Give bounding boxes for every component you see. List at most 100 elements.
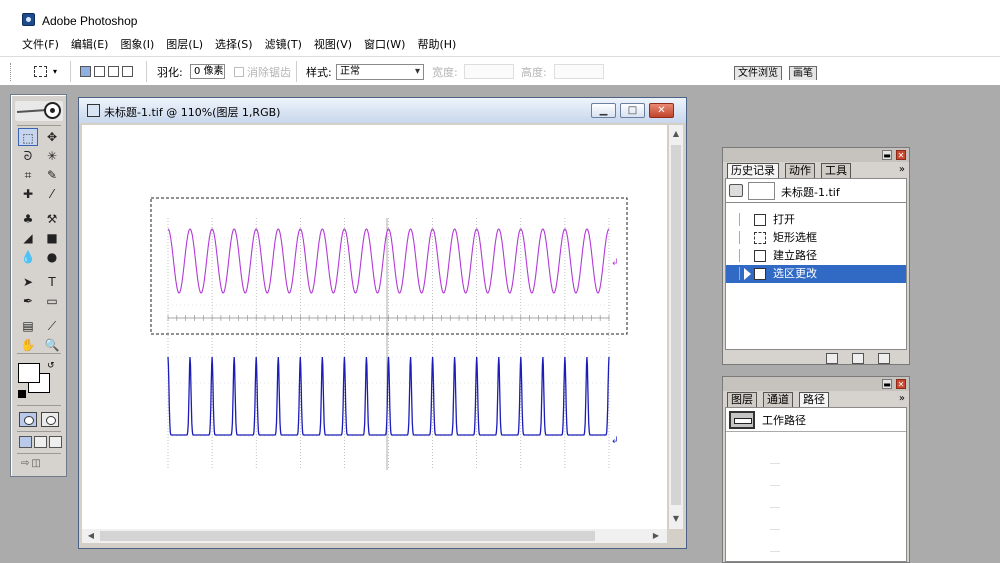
style-label: 样式:	[306, 65, 332, 79]
panel-title-bar[interactable]: ▬ ✕	[723, 148, 909, 162]
horizontal-scroll-thumb[interactable]	[100, 531, 595, 541]
document-window: 未标题-1.tif @ 110%(图层 1,RGB) ▁ □ ✕ ↲ ↲ ▲ ▼ …	[78, 97, 687, 549]
width-input[interactable]	[464, 64, 514, 79]
vertical-scrollbar[interactable]: ▲ ▼	[669, 125, 683, 529]
history-step[interactable]: 矩形选框	[726, 229, 906, 247]
history-brush-source-icon[interactable]	[729, 184, 743, 197]
standard-screen-icon[interactable]	[19, 436, 32, 448]
history-brush-tool-icon[interactable]: ⚒	[42, 210, 62, 228]
pen-tool-icon[interactable]: ✒	[18, 292, 38, 310]
maximize-button[interactable]: □	[620, 103, 645, 118]
menu-layer[interactable]: 图层(L)	[166, 36, 203, 56]
close-icon[interactable]: ✕	[896, 150, 906, 160]
close-button[interactable]: ✕	[649, 103, 674, 118]
horizontal-scrollbar[interactable]: ◀ ▶	[82, 529, 667, 543]
style-select[interactable]: 正常	[336, 63, 424, 80]
brush-tool-icon[interactable]: ⁄	[42, 185, 62, 203]
add-selection-icon[interactable]	[94, 66, 105, 77]
history-step[interactable]: 打开	[726, 211, 906, 229]
eraser-tool-icon[interactable]: ◢	[18, 229, 38, 247]
close-icon[interactable]: ✕	[896, 379, 906, 389]
menu-window[interactable]: 窗口(W)	[364, 36, 405, 56]
tool-preset-picker[interactable]: ▾	[34, 57, 57, 86]
magic-wand-tool-icon[interactable]: ✳	[42, 147, 62, 165]
new-selection-icon[interactable]	[80, 66, 91, 77]
path-selection-tool-icon[interactable]: ➤	[18, 273, 38, 291]
new-document-from-state-icon[interactable]	[826, 353, 838, 364]
menu-select[interactable]: 选择(S)	[215, 36, 253, 56]
dodge-tool-icon[interactable]: ●	[42, 248, 62, 266]
history-snapshot[interactable]: 未标题-1.tif	[726, 179, 906, 203]
swap-colors-icon[interactable]: ↺	[47, 361, 55, 371]
app-title: Adobe Photoshop	[42, 14, 138, 28]
menu-edit[interactable]: 编辑(E)	[71, 36, 109, 56]
history-step-selected[interactable]: 选区更改	[726, 265, 906, 283]
height-input[interactable]	[554, 64, 604, 79]
slice-tool-icon[interactable]: ✎	[42, 166, 62, 184]
vertical-scroll-thumb[interactable]	[671, 145, 681, 505]
history-state-slider-icon[interactable]	[744, 268, 751, 280]
scroll-left-icon[interactable]: ◀	[85, 530, 97, 542]
document-title-bar[interactable]: 未标题-1.tif @ 110%(图层 1,RGB) ▁ □ ✕	[79, 98, 686, 123]
document-canvas[interactable]: ↲ ↲	[82, 125, 667, 529]
standard-mode-icon[interactable]	[19, 412, 37, 427]
panel-title-bar[interactable]: ▬ ✕	[723, 377, 909, 391]
menu-filter[interactable]: 滤镜(T)	[265, 36, 302, 56]
toolbox-header[interactable]	[15, 101, 63, 121]
notes-tool-icon[interactable]: ▤	[18, 317, 38, 335]
tab-channels[interactable]: 通道	[763, 392, 793, 407]
collapse-icon[interactable]: ▬	[882, 379, 892, 389]
quick-mask-mode-icon[interactable]	[41, 412, 59, 427]
tab-layers[interactable]: 图层	[727, 392, 757, 407]
blur-tool-icon[interactable]: 💧	[18, 248, 38, 266]
trash-icon[interactable]	[878, 353, 890, 364]
history-step[interactable]: 建立路径	[726, 247, 906, 265]
antialias-checkbox[interactable]	[234, 66, 244, 77]
scroll-down-icon[interactable]: ▼	[670, 513, 682, 525]
tab-brushes[interactable]: 画笔	[789, 66, 817, 80]
camera-snapshot-icon[interactable]	[852, 353, 864, 364]
healing-brush-tool-icon[interactable]: ✚	[18, 185, 38, 203]
work-path-row[interactable]: 工作路径	[726, 408, 906, 432]
marquee-tool-icon[interactable]: ⬚	[18, 128, 38, 146]
oscilloscope-image: ↲↲	[150, 197, 628, 470]
feather-input[interactable]: 0 像素	[190, 64, 225, 79]
zoom-tool-icon[interactable]: 🔍	[42, 336, 62, 354]
minimize-button[interactable]: ▁	[591, 103, 616, 118]
tab-tool-presets[interactable]: 工具	[821, 163, 851, 178]
subtract-selection-icon[interactable]	[108, 66, 119, 77]
type-tool-icon[interactable]: T	[42, 273, 62, 291]
shape-tool-icon[interactable]: ▭	[42, 292, 62, 310]
tab-history[interactable]: 历史记录	[727, 163, 779, 178]
clone-stamp-tool-icon[interactable]: ♣	[18, 210, 38, 228]
full-screen-icon[interactable]	[49, 436, 62, 448]
lasso-tool-icon[interactable]: ᘐ	[18, 147, 38, 165]
jump-to-imageready-icon[interactable]: ⇨◫	[21, 458, 57, 472]
full-screen-menu-icon[interactable]	[34, 436, 47, 448]
menu-help[interactable]: 帮助(H)	[417, 36, 456, 56]
menu-view[interactable]: 视图(V)	[314, 36, 352, 56]
intersect-selection-icon[interactable]	[122, 66, 133, 77]
channel-marker: ↲	[611, 436, 619, 446]
tab-paths[interactable]: 路径	[799, 392, 829, 407]
photoshop-eye-icon	[22, 13, 35, 26]
snapshot-thumbnail	[748, 182, 775, 200]
path-label: 工作路径	[762, 414, 806, 427]
foreground-color-swatch[interactable]	[18, 363, 40, 383]
panel-menu-icon[interactable]: »	[899, 164, 905, 175]
panel-menu-icon[interactable]: »	[899, 393, 905, 404]
crop-tool-icon[interactable]: ⌗	[18, 166, 38, 184]
gradient-tool-icon[interactable]: ■	[42, 229, 62, 247]
options-grip	[10, 57, 12, 86]
scroll-up-icon[interactable]: ▲	[670, 128, 682, 140]
tab-file-browser[interactable]: 文件浏览	[734, 66, 782, 80]
hand-tool-icon[interactable]: ✋	[18, 336, 38, 354]
default-colors-icon[interactable]	[18, 390, 26, 398]
move-tool-icon[interactable]: ✥	[42, 128, 62, 146]
tab-actions[interactable]: 动作	[785, 163, 815, 178]
eyedropper-tool-icon[interactable]: ⟋	[42, 317, 62, 335]
scroll-right-icon[interactable]: ▶	[650, 530, 662, 542]
menu-file[interactable]: 文件(F)	[22, 36, 59, 56]
collapse-icon[interactable]: ▬	[882, 150, 892, 160]
menu-image[interactable]: 图象(I)	[120, 36, 154, 56]
